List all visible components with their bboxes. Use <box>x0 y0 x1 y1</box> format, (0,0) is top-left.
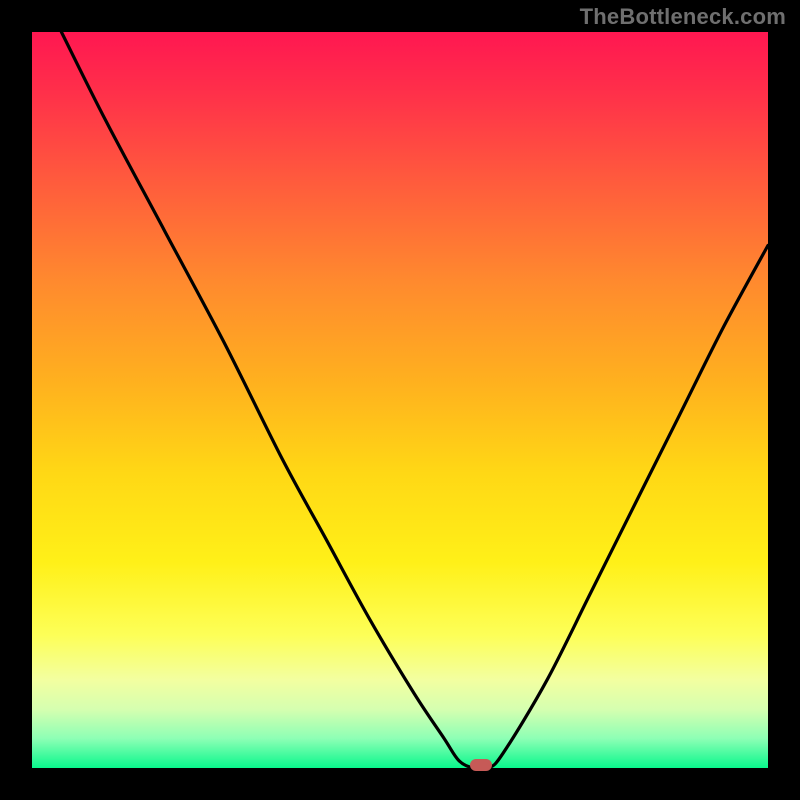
curve-path <box>61 32 768 769</box>
chart-frame: TheBottleneck.com <box>0 0 800 800</box>
plot-area <box>32 32 768 768</box>
bottleneck-curve <box>32 32 768 768</box>
minimum-marker <box>470 759 492 771</box>
watermark-text: TheBottleneck.com <box>580 4 786 30</box>
